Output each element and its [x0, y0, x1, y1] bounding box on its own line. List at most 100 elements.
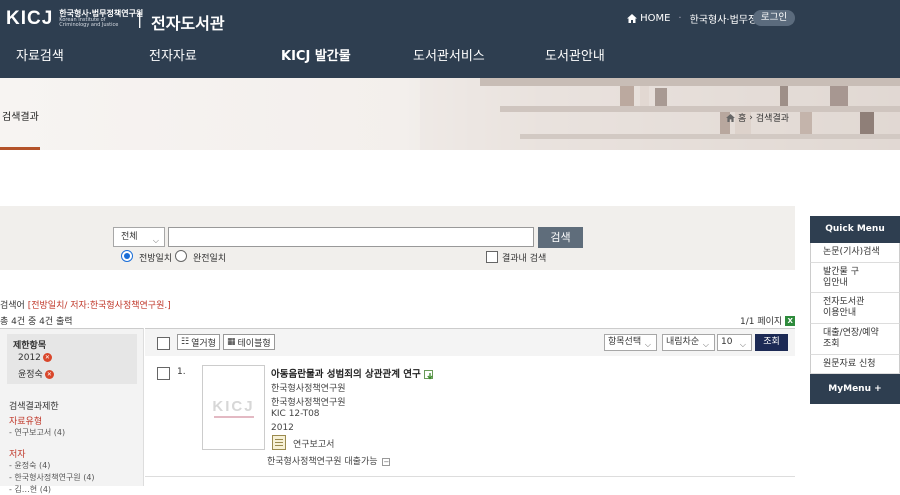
page-text: 1/1 페이지 — [740, 317, 783, 327]
result-publisher: 한국형사정책연구원 — [271, 398, 346, 408]
result-count: 총 4건 중 4건 출력 — [0, 317, 73, 327]
chevron-right-icon: › — [749, 112, 753, 123]
util-dot: · — [678, 13, 682, 24]
list-view-button[interactable]: ☷ 열거형 — [177, 334, 220, 350]
cover-thumbnail[interactable]: KICJ — [202, 365, 265, 450]
within-results-checkbox[interactable] — [486, 251, 498, 263]
kicj-logo[interactable]: KICJ 한국형사·법무정책연구원 Korean Institute of Cr… — [6, 8, 143, 30]
breadcrumb-current: 검색결과 — [755, 114, 790, 124]
excel-export-icon[interactable]: X — [785, 315, 796, 326]
my-menu-label: MyMenu — [828, 384, 871, 395]
table-view-label: 테이블형 — [237, 338, 271, 349]
result-title[interactable]: 아동음란물과 성범죄의 상관관계 연구 — [271, 366, 435, 380]
logo-mark: KICJ — [6, 8, 54, 29]
breadcrumb-home[interactable]: 홈 — [738, 111, 746, 124]
result-year: 2012 — [271, 423, 294, 433]
home-icon — [627, 14, 638, 23]
quick-menu-item[interactable]: 발간물 구입안내 — [810, 262, 900, 294]
title-underline — [0, 147, 40, 150]
radio-front-match[interactable] — [121, 250, 133, 262]
narrow-title: 검색결과제한 — [9, 402, 59, 412]
field-select[interactable]: 항목선택 ⌵ — [604, 334, 657, 351]
nav-search[interactable]: 자료검색 — [16, 45, 64, 65]
home-link[interactable]: HOME — [627, 13, 670, 24]
my-menu-button[interactable]: MyMenu + — [810, 374, 900, 405]
result-type: 연구보고서 — [293, 440, 335, 450]
chevron-down-icon: ⌵ — [702, 340, 709, 349]
nav-library-info[interactable]: 도서관안내 — [545, 45, 605, 65]
result-checkbox[interactable] — [157, 367, 170, 380]
result-title-text: 아동음란물과 성범죄의 상관관계 연구 — [271, 369, 421, 380]
facet-item[interactable]: - 한국형사정책연구원 (4) — [9, 472, 95, 483]
list-icon: ☷ — [181, 337, 190, 347]
holding-text: 한국형사정책연구원 대출가능 — [267, 457, 378, 467]
result-divider — [145, 476, 795, 477]
limit-item-label: 윤정숙 — [18, 370, 43, 380]
quick-menu: Quick Menu 논문(기사)검색 발간물 구입안내 전자도서관 이용안내 … — [810, 216, 900, 405]
cover-logo: KICJ — [212, 397, 255, 415]
facet-group-title: 저자 — [9, 450, 26, 460]
field-select-value: 항목선택 — [608, 337, 642, 347]
quick-menu-item[interactable]: 논문(기사)검색 — [810, 243, 900, 263]
chevron-down-icon: ⌵ — [644, 340, 651, 349]
home-icon[interactable] — [726, 113, 735, 122]
page-title: 검색결과 — [2, 112, 39, 123]
per-page-value: 10 — [721, 337, 733, 347]
download-icon[interactable] — [424, 369, 435, 380]
remove-limit-icon[interactable]: ✕ — [44, 370, 54, 379]
sort-select[interactable]: 내림차순 ⌵ — [662, 334, 715, 351]
nav-library-services[interactable]: 도서관서비스 — [413, 45, 485, 65]
result-holding[interactable]: 한국형사정책연구원 대출가능 − — [267, 454, 391, 467]
select-all-checkbox[interactable] — [157, 337, 170, 350]
plus-icon: + — [874, 384, 882, 395]
chevron-down-icon: ⌵ — [739, 340, 746, 349]
collapse-icon[interactable]: − — [382, 457, 391, 466]
bookshelf-image — [420, 78, 900, 150]
per-page-select[interactable]: 10 ⌵ — [717, 334, 752, 351]
result-number: 1. — [177, 367, 186, 377]
sort-select-value: 내림차순 — [666, 337, 700, 347]
nav-e-resources[interactable]: 전자자료 — [149, 45, 197, 65]
apply-button[interactable]: 조회 — [755, 334, 788, 351]
search-button[interactable]: 검색 — [538, 227, 583, 248]
result-author: 한국형사정책연구원 — [271, 384, 346, 394]
radio-exact-match[interactable] — [175, 250, 187, 262]
list-view-label: 열거형 — [191, 338, 216, 349]
top-header: KICJ 한국형사·법무정책연구원 Korean Institute of Cr… — [0, 0, 900, 78]
quick-menu-item[interactable]: 원문자료 신청 — [810, 354, 900, 375]
site-title[interactable]: 전자도서관 — [151, 10, 225, 34]
query-terms: [전방일치/ 저자:한국형사정책연구원.] — [27, 301, 171, 311]
facet-item[interactable]: - 윤정숙 (4) — [9, 460, 50, 471]
title-separator: | — [137, 9, 143, 28]
breadcrumb: 홈 › 검색결과 — [726, 111, 789, 124]
report-icon — [272, 435, 286, 450]
logo-english-name-2: Criminology and Justice — [59, 22, 119, 29]
quick-menu-item[interactable]: 대출/연장/예약 조회 — [810, 323, 900, 355]
page-indicator: 1/1 페이지 X — [740, 314, 796, 327]
remove-limit-icon[interactable]: ✕ — [42, 353, 52, 362]
login-button[interactable]: 로그인 — [753, 10, 795, 26]
chevron-down-icon: ⌵ — [152, 236, 159, 245]
nav-kicj-publications[interactable]: KICJ 발간물 — [281, 45, 351, 65]
limits-title: 제한항목 — [13, 341, 47, 351]
limit-item-label: 2012 — [18, 353, 41, 363]
query-summary: 검색어 [전방일치/ 저자:한국형사정책연구원.] — [0, 298, 171, 311]
search-scope-select[interactable]: 전체 ⌵ — [113, 227, 165, 247]
facet-group-title: 자료유형 — [9, 417, 43, 427]
facet-item[interactable]: - 연구보고서 (4) — [9, 427, 65, 438]
search-input[interactable] — [168, 227, 534, 247]
quick-menu-item[interactable]: 전자도서관 이용안내 — [810, 293, 900, 324]
search-scope-value: 전체 — [121, 232, 138, 242]
table-view-button[interactable]: ▦ 테이블형 — [223, 334, 275, 350]
limit-item-year: 2012 ✕ — [18, 353, 52, 363]
quick-menu-title: Quick Menu — [810, 216, 900, 243]
query-label: 검색어 — [0, 301, 25, 311]
radio-front-match-label: 전방일치 — [139, 254, 173, 264]
table-icon: ▦ — [227, 337, 236, 347]
radio-exact-match-label: 완전일치 — [193, 254, 227, 264]
within-results-label: 결과내 검색 — [502, 254, 547, 264]
limit-item-author: 윤정숙 ✕ — [18, 367, 54, 380]
home-label: HOME — [640, 13, 671, 24]
logo-text: 한국형사·법무정책연구원 Korean Institute of Crimino… — [59, 9, 143, 29]
cover-bar — [213, 415, 254, 418]
